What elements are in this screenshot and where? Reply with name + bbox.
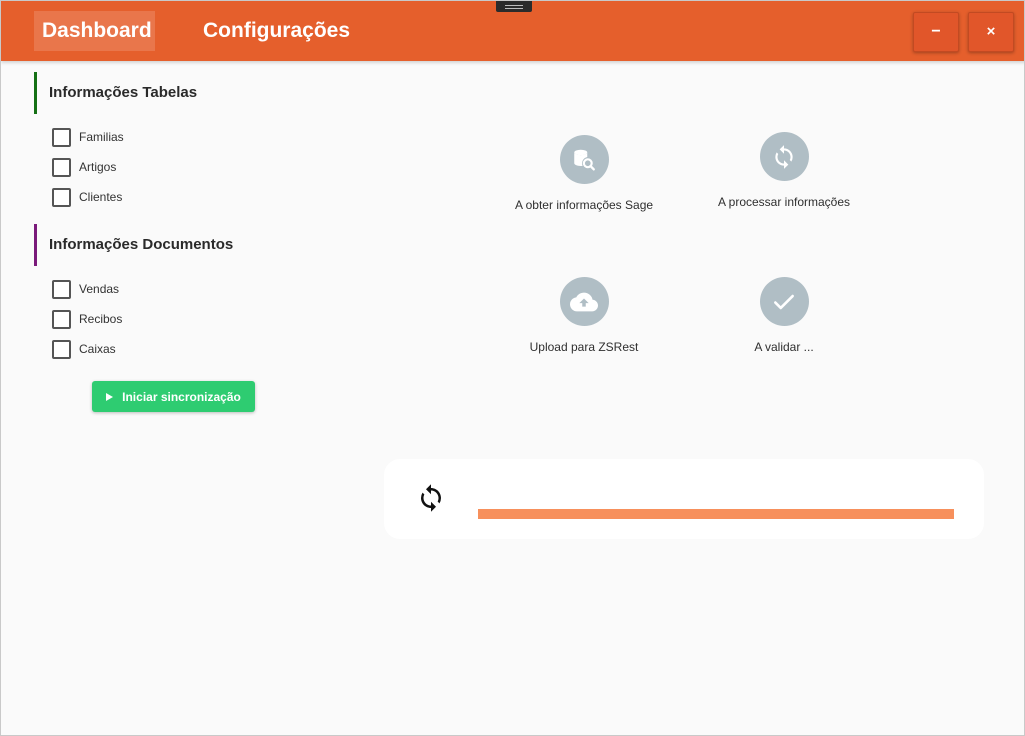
minimize-button[interactable]: − [913,12,959,52]
checkbox-label: Clientes [79,190,123,204]
checkbox-label: Caixas [79,342,116,356]
checkbox-familias[interactable] [52,127,71,147]
checkbox-vendas-row[interactable]: Vendas [52,279,119,299]
start-sync-label: Iniciar sincronização [122,389,241,404]
checkbox-label: Vendas [79,282,120,296]
progress-bar-fill [478,509,954,519]
section-title-tabelas: Informações Tabelas [34,72,197,114]
cloud-upload-icon [559,277,609,326]
step-label: A obter informações Sage [514,198,654,212]
checkbox-label: Familias [79,130,124,144]
checkbox-artigos[interactable] [52,157,71,177]
drag-handle-icon[interactable] [496,1,532,12]
checkbox-label: Recibos [79,312,123,326]
step-label: Upload para ZSRest [529,340,639,354]
step-obter-sage: A obter informações Sage [494,135,674,212]
close-button[interactable]: × [968,12,1014,52]
step-label: A validar ... [754,340,814,354]
progress-bar [478,509,954,519]
database-search-icon [559,135,609,184]
checkbox-caixas[interactable] [52,339,71,359]
step-validar: A validar ... [694,277,874,354]
checkbox-vendas[interactable] [52,279,71,299]
start-sync-button[interactable]: Iniciar sincronização [92,381,255,412]
checkbox-clientes[interactable] [52,187,71,207]
progress-card [384,459,984,539]
step-processar: A processar informações [694,132,874,209]
checkbox-label: Artigos [79,160,117,174]
check-icon [759,277,809,326]
sync-icon [416,483,446,513]
tab-dashboard[interactable]: Dashboard [34,11,155,51]
checkbox-clientes-row[interactable]: Clientes [52,187,122,207]
sync-icon [759,132,809,181]
checkbox-caixas-row[interactable]: Caixas [52,339,116,359]
checkbox-artigos-row[interactable]: Artigos [52,157,116,177]
checkbox-recibos[interactable] [52,309,71,329]
step-label: A processar informações [717,195,851,209]
checkbox-familias-row[interactable]: Familias [52,127,124,147]
tab-configuracoes[interactable]: Configurações [195,11,365,51]
checkbox-recibos-row[interactable]: Recibos [52,309,122,329]
app-window: Dashboard Configurações − × Informações … [0,0,1025,736]
play-icon [106,392,114,401]
section-title-documentos: Informações Documentos [34,224,233,266]
step-upload: Upload para ZSRest [494,277,674,354]
